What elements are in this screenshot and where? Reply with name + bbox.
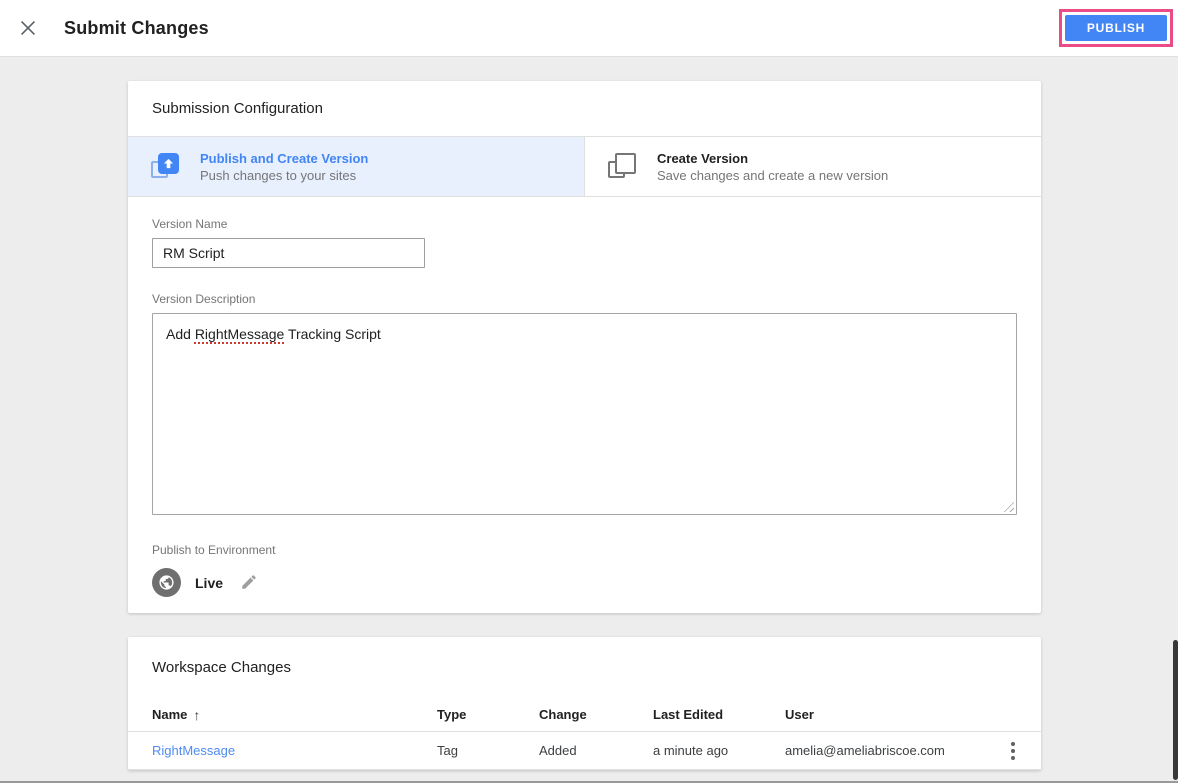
tab-subtitle: Save changes and create a new version [657, 167, 889, 183]
edit-environment-button[interactable] [239, 573, 259, 593]
change-name-cell: RightMessage [152, 743, 437, 758]
table-header-row: Name ↑ Type Change Last Edited User [128, 698, 1041, 732]
table-row: RightMessage Tag Added a minute ago amel… [128, 732, 1041, 770]
user-cell: amelia@ameliabriscoe.com [785, 743, 945, 758]
column-header-name[interactable]: Name ↑ [152, 707, 437, 723]
submission-configuration-card: Submission Configuration Publish and Cre… [128, 81, 1041, 613]
description-text: Add [166, 326, 195, 342]
version-name-label: Version Name [152, 217, 228, 231]
environment-row: Live [152, 568, 1017, 597]
page-title: Submit Changes [64, 18, 209, 38]
textarea-resize-handle[interactable] [1001, 499, 1014, 512]
submit-changes-screen: Submit Changes PUBLISH Submission Config… [0, 0, 1178, 783]
column-label: Name [152, 707, 188, 722]
change-type-cell: Tag [437, 743, 458, 758]
pencil-icon [242, 574, 256, 589]
row-menu-cell [985, 738, 1041, 764]
change-name-link[interactable]: RightMessage [152, 743, 235, 758]
change-kind-cell: Added [539, 743, 577, 758]
column-header-last-edited[interactable]: Last Edited [653, 707, 785, 722]
close-icon [20, 20, 36, 36]
tab-subtitle: Push changes to your sites [200, 167, 357, 183]
stack-front-layer [158, 152, 179, 174]
stack-front-layer [615, 152, 636, 174]
workspace-changes-card: Workspace Changes Name ↑ Type Change Las… [128, 637, 1041, 770]
content-area: Submission Configuration Publish and Cre… [0, 57, 1178, 783]
create-version-copy-icon [607, 152, 637, 182]
tab-title: Publish and Create Version [200, 150, 369, 166]
sort-ascending-icon: ↑ [193, 706, 201, 723]
description-text: Tracking Script [284, 326, 381, 342]
publish-button-highlight-annotation: PUBLISH [1059, 9, 1173, 47]
workspace-changes-title: Workspace Changes [152, 659, 291, 676]
submission-type-tabs: Publish and Create Version Push changes … [128, 137, 1041, 197]
globe-icon [159, 575, 174, 590]
version-name-input[interactable] [152, 238, 425, 268]
submission-configuration-title: Submission Configuration [128, 81, 1041, 137]
description-misspelled-word: RightMessage [194, 326, 285, 342]
version-description-textarea[interactable]: Add RightMessage Tracking Script [152, 313, 1017, 515]
column-header-change[interactable]: Change [539, 707, 653, 722]
tab-text: Create Version Save changes and create a… [657, 150, 888, 184]
last-edited-cell: a minute ago [653, 743, 729, 758]
version-description-label: Version Description [152, 292, 256, 306]
tab-publish-and-create-version[interactable]: Publish and Create Version Push changes … [128, 137, 584, 196]
kebab-dot [1011, 741, 1015, 746]
upload-arrow-icon [163, 158, 174, 168]
close-button[interactable] [16, 17, 40, 41]
publish-environment-label: Publish to Environment [152, 543, 276, 557]
column-header-type[interactable]: Type [437, 707, 539, 722]
publish-upload-icon [150, 152, 180, 182]
kebab-dot [1011, 755, 1015, 760]
tab-text: Publish and Create Version Push changes … [200, 150, 368, 184]
scrollbar-thumb[interactable] [1173, 640, 1178, 780]
environment-name: Live [195, 574, 224, 591]
kebab-dot [1011, 748, 1015, 753]
submission-form: Version Name Version Description Add Rig… [128, 197, 1041, 597]
row-overflow-menu-button[interactable] [1007, 738, 1019, 764]
top-bar: Submit Changes PUBLISH [0, 0, 1178, 57]
publish-button[interactable]: PUBLISH [1065, 15, 1167, 41]
tab-create-version[interactable]: Create Version Save changes and create a… [584, 137, 1041, 196]
column-header-user[interactable]: User [785, 707, 985, 722]
tab-title: Create Version [657, 150, 749, 166]
live-environment-badge [152, 568, 181, 597]
